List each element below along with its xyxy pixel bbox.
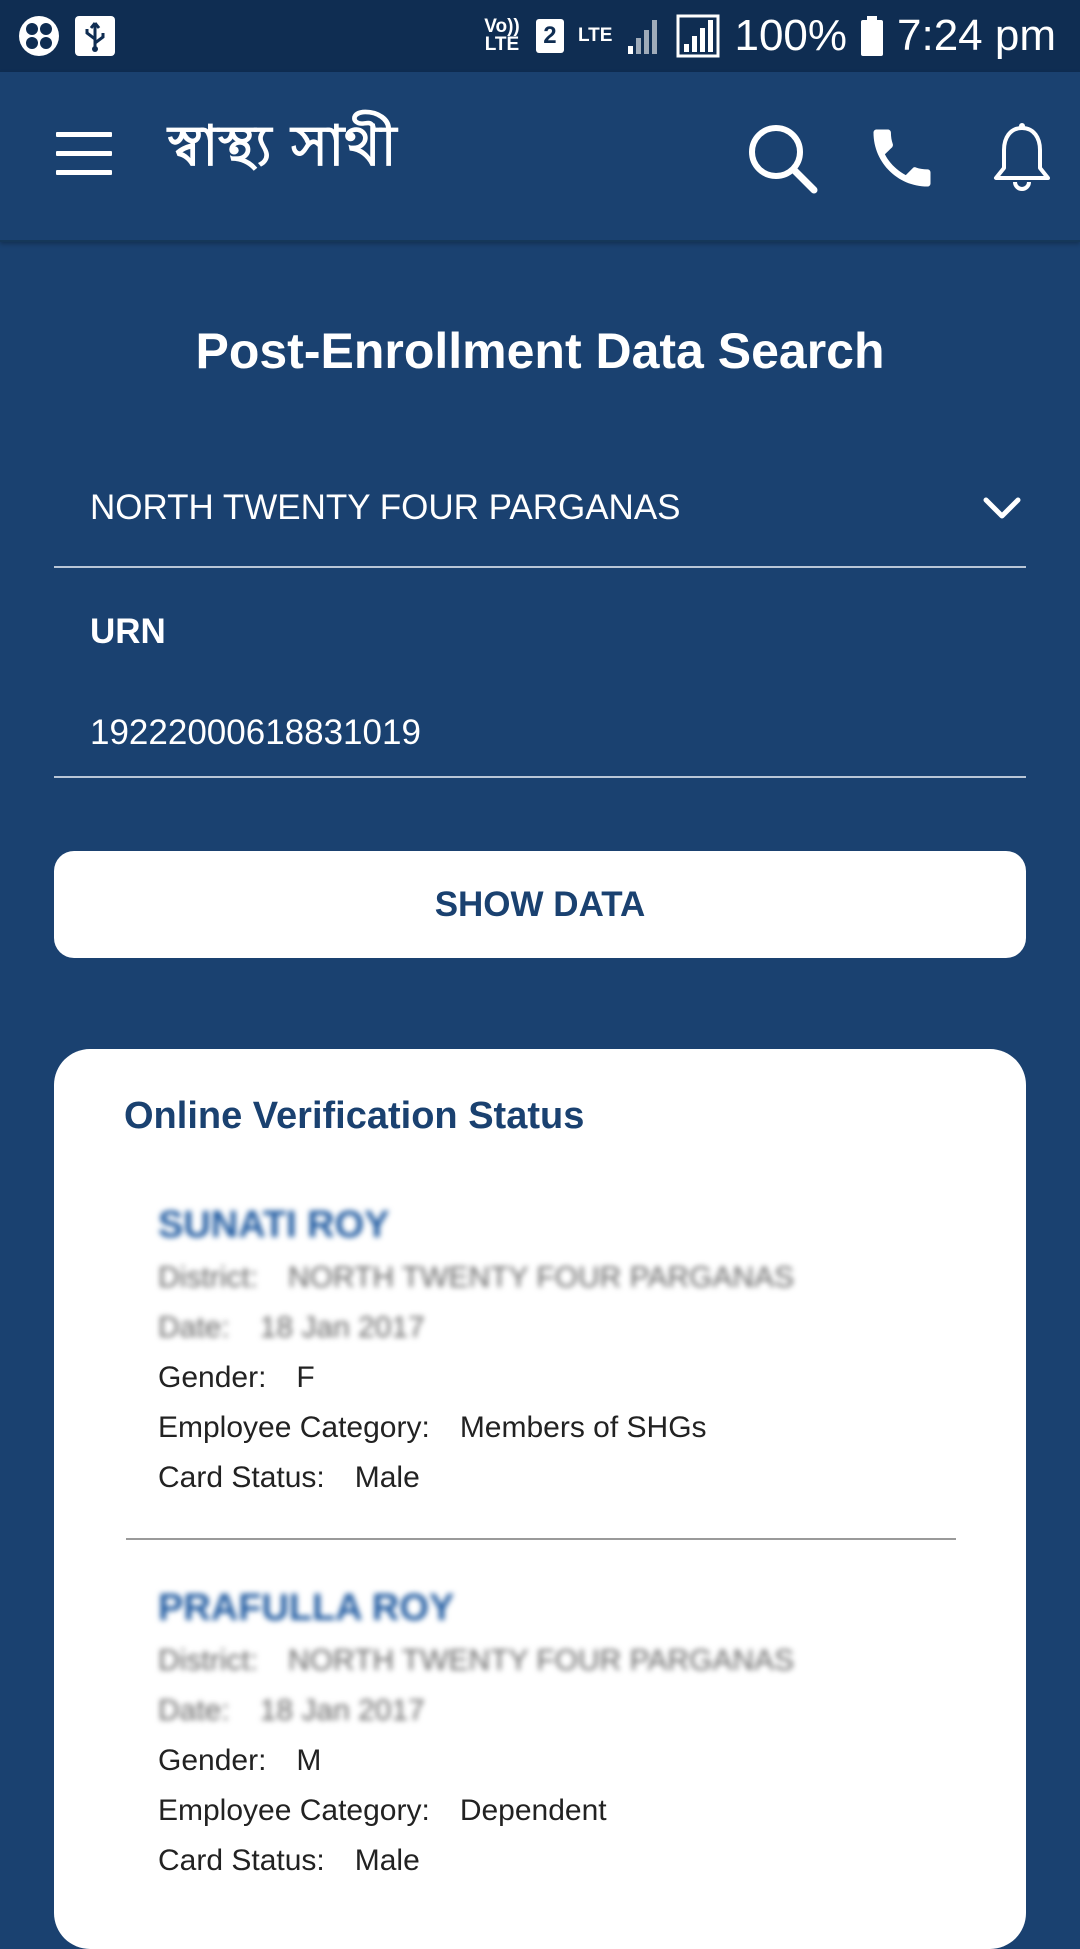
record-name: SUNATI ROY: [158, 1204, 390, 1246]
menu-icon[interactable]: [56, 132, 112, 176]
battery-icon: [861, 16, 884, 56]
show-data-button[interactable]: SHOW DATA: [54, 851, 1026, 958]
volte-indicator: Vo)) LTE: [484, 16, 520, 55]
record-category-row: Employee Category: Dependent: [158, 1786, 938, 1836]
card-title: Online Verification Status: [124, 1095, 585, 1137]
record-category-row: Employee Category: Members of SHGs: [158, 1403, 938, 1453]
chevron-down-icon: [978, 484, 1026, 532]
record-date-value: 18 Jan 2017: [259, 1311, 425, 1344]
record-district-label: District:: [158, 1261, 258, 1294]
record-gender-value: M: [296, 1744, 322, 1777]
phone-icon[interactable]: [864, 120, 940, 196]
district-dropdown[interactable]: NORTH TWENTY FOUR PARGANAS: [54, 464, 1026, 568]
urn-field-container: [54, 690, 1026, 778]
signal-weak-icon: [626, 16, 662, 56]
lte-indicator: LTE: [577, 25, 613, 46]
record-category-label: Employee Category:: [158, 1411, 430, 1444]
record-district-row: District: NORTH TWENTY FOUR PARGANAS: [158, 1636, 938, 1686]
district-selected-value: NORTH TWENTY FOUR PARGANAS: [90, 488, 681, 527]
record-category-value: Members of SHGs: [459, 1411, 707, 1444]
status-right: Vo)) LTE 2 LTE 100% 7:24 pm: [482, 11, 1056, 61]
record-district-value: NORTH TWENTY FOUR PARGANAS: [288, 1644, 795, 1677]
record-card-status-label: Card Status:: [158, 1844, 325, 1877]
app-notification-icon: [18, 15, 60, 57]
clock: 7:24 pm: [897, 11, 1056, 60]
record-category-label: Employee Category:: [158, 1794, 430, 1827]
record-card-status-label: Card Status:: [158, 1461, 325, 1494]
record-card-status-value: Male: [354, 1461, 420, 1494]
record-date-value: 18 Jan 2017: [259, 1694, 425, 1727]
bell-icon[interactable]: [984, 120, 1060, 196]
app-bar: স্বাস্থ্য সাথী: [0, 72, 1080, 242]
brand-logo: স্বাস্থ্য সাথী: [168, 114, 397, 179]
battery-percent: 100%: [734, 11, 848, 60]
record-card-status-row: Card Status: Male: [158, 1836, 938, 1886]
record-card-status-row: Card Status: Male: [158, 1453, 938, 1503]
record-category-value: Dependent: [459, 1794, 607, 1827]
record-gender-label: Gender:: [158, 1361, 267, 1394]
list-item: PRAFULLA ROY District: NORTH TWENTY FOUR …: [158, 1580, 938, 1886]
record-date-row: Date: 18 Jan 2017: [158, 1686, 938, 1736]
record-name: PRAFULLA ROY: [158, 1587, 455, 1629]
record-date-label: Date:: [158, 1694, 230, 1727]
urn-input[interactable]: [90, 708, 990, 758]
status-bar: Vo)) LTE 2 LTE 100% 7:24 pm: [0, 0, 1080, 72]
record-gender-label: Gender:: [158, 1744, 267, 1777]
record-district-value: NORTH TWENTY FOUR PARGANAS: [288, 1261, 795, 1294]
page-title: Post-Enrollment Data Search: [195, 323, 885, 379]
record-gender-row: Gender: M: [158, 1736, 938, 1786]
list-item: SUNATI ROY District: NORTH TWENTY FOUR PA…: [158, 1197, 938, 1503]
sim-slot-indicator: 2: [535, 19, 564, 53]
record-gender-row: Gender: F: [158, 1353, 938, 1403]
record-divider: [126, 1538, 956, 1540]
record-district-label: District:: [158, 1644, 258, 1677]
record-gender-value: F: [296, 1361, 315, 1394]
signal-strong-icon: [676, 14, 720, 58]
record-date-row: Date: 18 Jan 2017: [158, 1303, 938, 1353]
record-date-label: Date:: [158, 1311, 230, 1344]
record-card-status-value: Male: [354, 1844, 420, 1877]
verification-status-card: Online Verification Status SUNATI ROY Di…: [54, 1049, 1026, 1949]
search-icon[interactable]: [744, 120, 820, 196]
urn-label: URN: [90, 612, 166, 651]
record-district-row: District: NORTH TWENTY FOUR PARGANAS: [158, 1253, 938, 1303]
status-left: [18, 15, 116, 57]
usb-icon: [74, 15, 116, 57]
